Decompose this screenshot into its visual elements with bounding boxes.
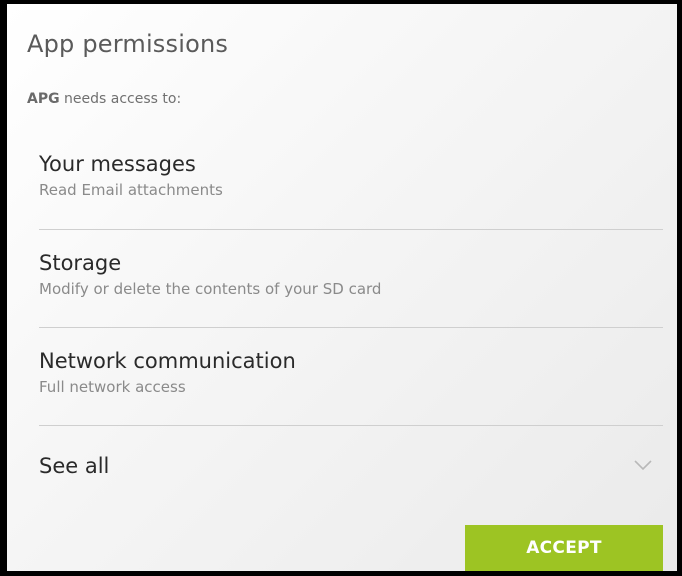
permission-title: Storage	[39, 251, 122, 275]
accept-button[interactable]: ACCEPT	[465, 525, 663, 571]
permission-description: Full network access	[39, 378, 186, 396]
app-permissions-dialog: App permissions APG needs access to: You…	[0, 0, 682, 576]
permission-description: Modify or delete the contents of your SD…	[39, 280, 382, 298]
divider	[39, 327, 663, 328]
permission-description: Read Email attachments	[39, 181, 223, 199]
permission-item-storage: Storage Modify or delete the contents of…	[39, 249, 663, 299]
app-name: APG	[27, 91, 60, 107]
permission-title: Network communication	[39, 349, 296, 373]
see-all-label: See all	[39, 454, 110, 478]
divider	[39, 229, 663, 230]
permission-item-messages: Your messages Read Email attachments	[39, 150, 663, 200]
dialog-title: App permissions	[27, 30, 229, 58]
subtitle-suffix: needs access to:	[59, 91, 182, 107]
permission-item-network: Network communication Full network acces…	[39, 347, 663, 397]
permission-title: Your messages	[39, 152, 196, 176]
see-all-row[interactable]: See all	[39, 448, 663, 488]
dialog-subtitle: APG needs access to:	[27, 91, 181, 107]
chevron-down-icon[interactable]	[633, 458, 653, 472]
divider	[39, 425, 663, 426]
